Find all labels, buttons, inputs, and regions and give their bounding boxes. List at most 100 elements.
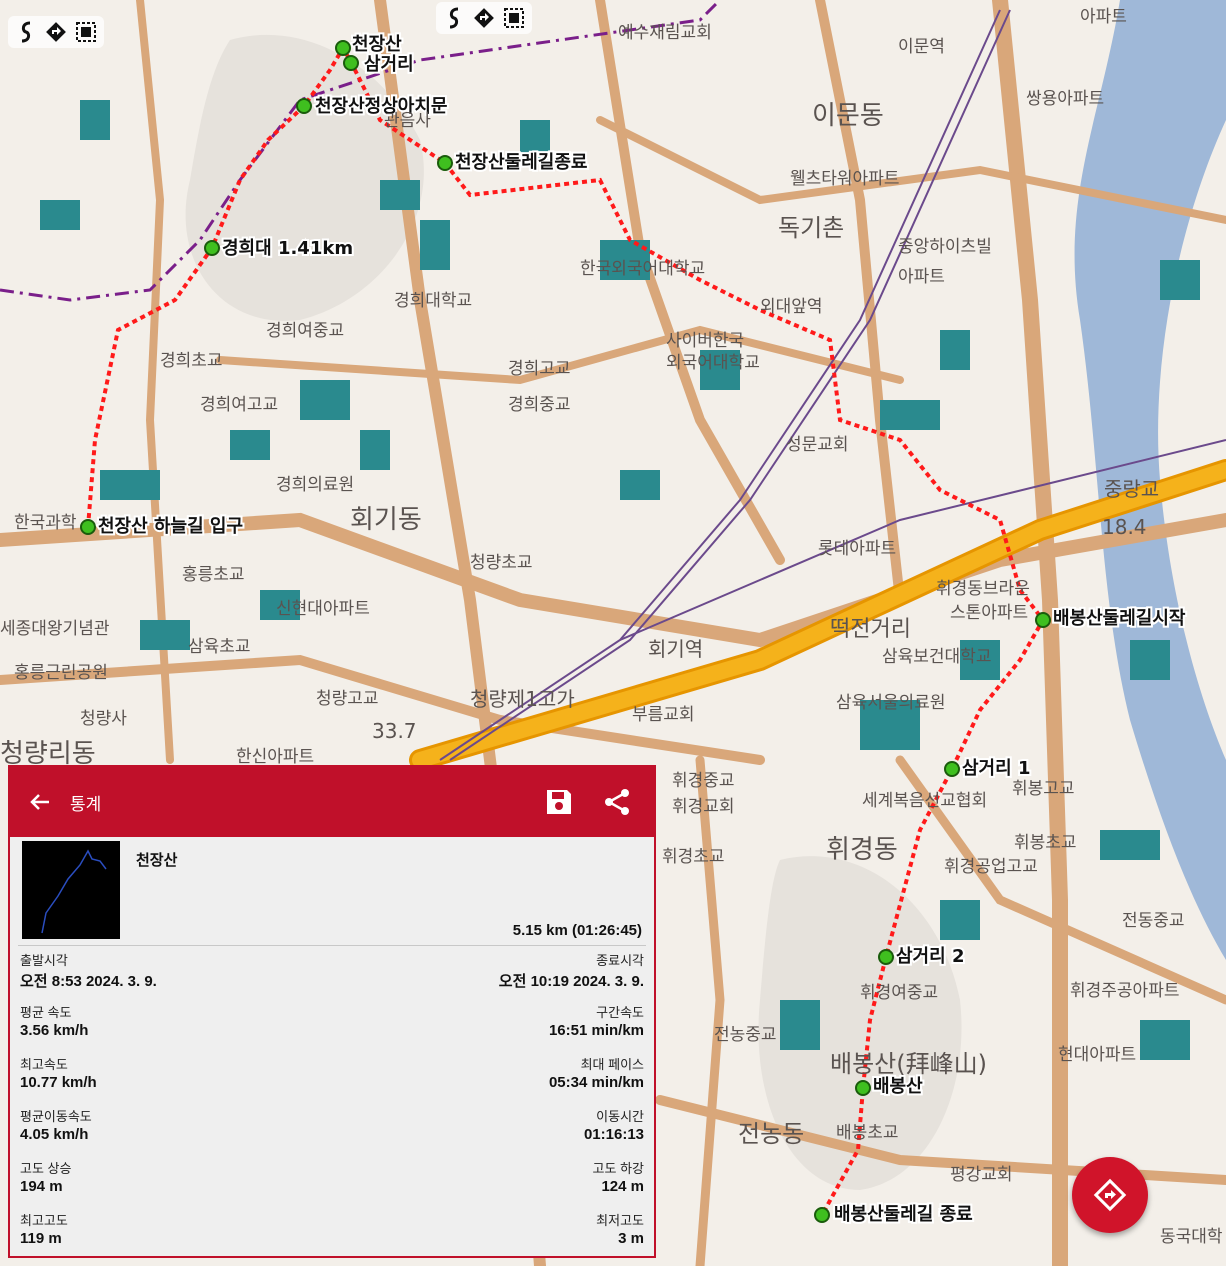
- map-label: 경희초교: [160, 351, 223, 371]
- map-label: 경희여중교: [266, 321, 344, 341]
- map-label: 성문교회: [786, 435, 849, 455]
- map-label: 삼육초교: [188, 637, 251, 657]
- map-label: 관음사: [384, 111, 431, 131]
- statistics-panel: 통계 천장산 5.15 km (01:26:45) 출발시각 오전 8:53 2…: [8, 765, 656, 1258]
- map-label: 중랑교: [1104, 477, 1159, 501]
- map-label: 청량제1고가: [470, 687, 575, 711]
- map-label: 전농동: [738, 1120, 804, 1148]
- track-thumbnail: [22, 841, 120, 939]
- save-button[interactable]: [544, 787, 574, 817]
- map-label: 삼육보건대학교: [882, 647, 991, 667]
- map-label: 웰츠타워아파트: [790, 169, 899, 189]
- stat-row-elevation-range: 최고고도 119 m 최저고도 3 m: [20, 1206, 644, 1258]
- map-label: 청량사: [80, 709, 127, 729]
- stat-label: 구간속도: [596, 1005, 644, 1020]
- map-label: 전동중교: [1122, 911, 1185, 931]
- navigate-icon[interactable]: [44, 20, 68, 44]
- stat-value: 119 m: [20, 1230, 62, 1247]
- page-title: 통계: [70, 794, 102, 814]
- map-label: 평강교회: [950, 1165, 1013, 1185]
- map-label: 이문동: [812, 101, 884, 131]
- map-label: 외대앞역: [760, 297, 823, 317]
- map-toolbar-top: [436, 2, 532, 34]
- map-label: 휘경중교: [672, 771, 735, 791]
- map-label: 아파트: [1080, 7, 1127, 27]
- map-label: 예수재림교회: [618, 23, 712, 43]
- stat-label: 최저고도: [596, 1213, 644, 1228]
- stat-value: 124 m: [601, 1178, 644, 1195]
- navigate-button[interactable]: [1072, 1157, 1148, 1233]
- map-label: 회기동: [350, 505, 422, 535]
- route-icon[interactable]: [14, 20, 38, 44]
- map-label: 경희고교: [508, 359, 571, 379]
- stat-label: 출발시각: [20, 953, 68, 968]
- map-label: 현대아파트: [1058, 1045, 1136, 1065]
- waypoint-marker[interactable]: [80, 519, 96, 535]
- map-label: 세종대왕기념관: [0, 619, 109, 639]
- map-label: 경희여고교: [200, 395, 278, 415]
- panel-header: 통계: [10, 767, 654, 837]
- stat-value: 16:51 min/km: [548, 1022, 644, 1039]
- stat-value: 01:16:13: [583, 1126, 644, 1143]
- map-label: 휘경동브라운: [936, 579, 1030, 599]
- waypoint-marker[interactable]: [944, 761, 960, 777]
- waypoint-marker[interactable]: [855, 1080, 871, 1096]
- map-label: 한신아파트: [236, 747, 314, 767]
- map-label: 신현대아파트: [276, 599, 370, 619]
- map-label: 중앙하이츠빌: [898, 237, 992, 257]
- waypoint-marker[interactable]: [878, 949, 894, 965]
- select-area-icon[interactable]: [502, 6, 526, 30]
- back-arrow-icon: [30, 794, 49, 810]
- waypoint-marker[interactable]: [814, 1207, 830, 1223]
- map-label: 휘경동: [826, 835, 898, 865]
- map-label: 청량초교: [470, 553, 533, 573]
- stat-label: 고도 하강: [592, 1161, 644, 1176]
- waypoint-marker[interactable]: [1035, 612, 1051, 628]
- stat-label: 최대 페이스: [580, 1057, 644, 1072]
- waypoint-label: 배봉산둘레길 종료: [834, 1203, 973, 1225]
- share-button[interactable]: [602, 787, 632, 817]
- map-label: 부름교회: [632, 705, 695, 725]
- waypoint-marker[interactable]: [437, 155, 453, 171]
- waypoint-marker[interactable]: [343, 55, 359, 71]
- map-label: 회기역: [648, 637, 703, 661]
- map-label: 휘경주공아파트: [1070, 981, 1179, 1001]
- waypoint-label: 삼거리: [364, 54, 414, 75]
- map-label: 동국대학: [1160, 1227, 1223, 1247]
- waypoint-marker[interactable]: [204, 240, 220, 256]
- select-area-icon[interactable]: [74, 20, 98, 44]
- stat-label: 최고고도: [20, 1213, 68, 1228]
- route-icon[interactable]: [442, 6, 466, 30]
- map-toolbar-left: [8, 16, 104, 48]
- map-label: 홍릉근린공원: [14, 663, 108, 683]
- map-label: 쌍용아파트: [1026, 89, 1104, 109]
- waypoint-label: 천장산: [352, 34, 402, 55]
- stat-label: 종료시각: [596, 953, 644, 968]
- map-label: 휘봉초교: [1014, 833, 1077, 853]
- floppy-disk-icon: [547, 790, 571, 814]
- stat-label: 고도 상승: [20, 1161, 72, 1176]
- stat-value: 오전 8:53 2024. 3. 9.: [20, 973, 157, 990]
- map-label: 세계복음선교협회: [862, 791, 987, 811]
- stat-row-max: 최고속도 10.77 km/h 최대 페이스 05:34 min/km: [20, 1050, 644, 1102]
- stat-value: 194 m: [20, 1178, 63, 1195]
- map-label: 독기촌: [778, 214, 844, 242]
- map-label: 청량고교: [316, 689, 379, 709]
- map-label: 롯데아파트: [818, 539, 896, 559]
- map-label: 삼육서울의료원: [836, 693, 945, 713]
- map-label: 경희대학교: [394, 291, 472, 311]
- track-distance-duration: 5.15 km (01:26:45): [512, 922, 642, 939]
- map-label: 떡전거리: [830, 617, 911, 642]
- map-label: 휘경공업고교: [944, 857, 1038, 877]
- back-button[interactable]: [10, 767, 70, 837]
- map-label: 경희중교: [508, 395, 571, 415]
- waypoint-label: 경희대 1.41km: [222, 238, 353, 259]
- stat-value: 3.56 km/h: [20, 1022, 89, 1039]
- navigate-icon[interactable]: [472, 6, 496, 30]
- waypoint-marker[interactable]: [296, 98, 312, 114]
- map-label: 18.4: [1102, 515, 1147, 539]
- waypoint-marker[interactable]: [335, 40, 351, 56]
- map-label: 배봉산(拜峰山): [830, 1050, 987, 1078]
- stat-value: 3 m: [618, 1230, 644, 1247]
- waypoint-label: 천장산둘레길종료: [455, 151, 587, 173]
